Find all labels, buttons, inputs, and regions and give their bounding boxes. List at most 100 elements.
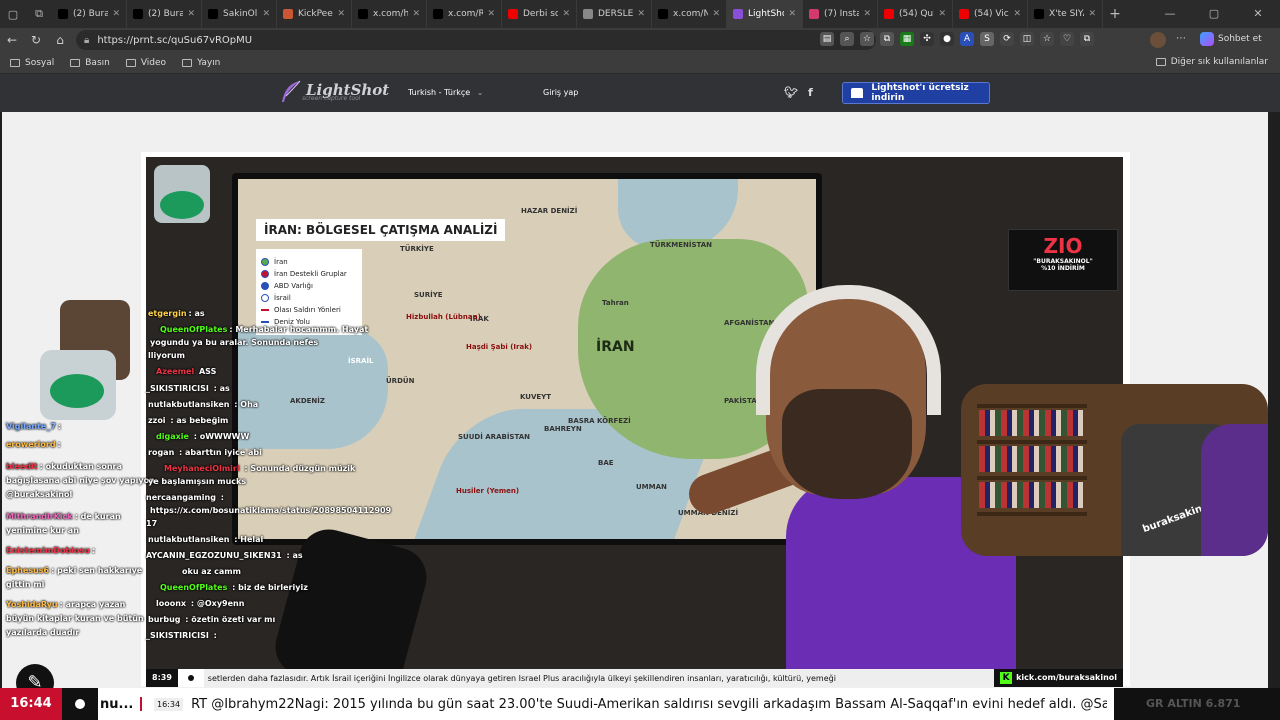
ext-green-icon[interactable]: ▦ bbox=[900, 32, 914, 46]
tab-label: DERSLER – bbox=[598, 9, 634, 19]
download-button[interactable]: Lightshot'ı ücretsiz indirin bbox=[842, 82, 990, 104]
reload-icon[interactable]: ↻ bbox=[24, 33, 48, 47]
tab[interactable]: X'te SİYAH ✕ bbox=[1028, 0, 1103, 28]
collections-icon[interactable]: ⧉ bbox=[1080, 32, 1094, 46]
tab-close-icon[interactable]: ✕ bbox=[1013, 9, 1021, 19]
ext-translate-icon[interactable]: A bbox=[960, 32, 974, 46]
tab-close-icon[interactable]: ✕ bbox=[112, 9, 120, 19]
tab-close-icon[interactable]: ✕ bbox=[487, 9, 495, 19]
tab[interactable]: x.com/Neb ✕ bbox=[652, 0, 727, 28]
chat-message: etgergin: as bbox=[148, 309, 205, 318]
ext-cross-icon[interactable]: ✣ bbox=[920, 32, 934, 46]
chat-message: zzoi : as bebeğim bbox=[148, 416, 228, 425]
facebook-icon[interactable]: f bbox=[808, 86, 813, 99]
tab-close-icon[interactable]: ✕ bbox=[938, 9, 946, 19]
chat-text: @buraksakinol bbox=[6, 490, 73, 499]
microphone bbox=[268, 522, 434, 687]
chat-text: ye başlamışsın mucks bbox=[148, 477, 247, 486]
chat-text: : de kuran bbox=[74, 512, 121, 521]
back-icon[interactable]: ← bbox=[0, 33, 24, 47]
chat-message: oku az camm bbox=[182, 567, 241, 576]
tab-actions-icon[interactable]: ⧉ bbox=[26, 0, 52, 28]
chat-username: QueenOfPlates bbox=[160, 583, 228, 592]
profile-avatar[interactable] bbox=[1150, 32, 1166, 48]
zoom-icon[interactable]: ⌕ bbox=[840, 32, 854, 46]
favorite-star-icon[interactable]: ☆ bbox=[860, 32, 874, 46]
tab[interactable]: (2) BurakSa ✕ bbox=[127, 0, 202, 28]
tab-close-icon[interactable]: ✕ bbox=[863, 9, 871, 19]
minimize-icon[interactable]: — bbox=[1148, 0, 1192, 28]
tab-close-icon[interactable]: ✕ bbox=[262, 9, 270, 19]
bookmark-folder[interactable]: Yayın bbox=[182, 58, 220, 68]
language-label: Turkish - Türkçe bbox=[408, 88, 471, 97]
tab-close-icon[interactable]: ✕ bbox=[562, 9, 570, 19]
map-label: BAE bbox=[598, 459, 614, 467]
tab[interactable]: (54) Victor ✕ bbox=[953, 0, 1028, 28]
new-tab-button[interactable]: + bbox=[1103, 6, 1127, 22]
extensions-icon[interactable]: ⧉ bbox=[880, 32, 894, 46]
tab-close-icon[interactable]: ✕ bbox=[337, 9, 345, 19]
chat-username: nutlakbutlansiken bbox=[148, 400, 230, 409]
twitter-icon[interactable]: 🐦︎ bbox=[784, 86, 798, 99]
chat-text: : Oha bbox=[231, 400, 259, 409]
legend-item: İsrail bbox=[261, 294, 357, 302]
other-bookmarks[interactable]: Diğer sık kullanılanlar bbox=[1155, 57, 1268, 67]
map-label: PAKİSTA bbox=[724, 397, 757, 405]
ext-refresh-icon[interactable]: ⟳ bbox=[1000, 32, 1014, 46]
tab-label: SakinOl Ha bbox=[223, 9, 258, 19]
tab-close-icon[interactable]: ✕ bbox=[412, 9, 420, 19]
ext-s-icon[interactable]: S bbox=[980, 32, 994, 46]
bookmark-folder[interactable]: Video bbox=[125, 58, 166, 68]
tab[interactable]: KickPeek - ✕ bbox=[277, 0, 352, 28]
copilot-button[interactable]: Sohbet et bbox=[1200, 32, 1262, 46]
more-menu-icon[interactable]: ⋯ bbox=[1176, 33, 1186, 44]
map-label: AFGANİSTAN bbox=[724, 319, 775, 327]
tab-close-icon[interactable]: ✕ bbox=[712, 9, 720, 19]
chat-message: Vigilante_7: bbox=[6, 422, 61, 431]
profile-menu-icon[interactable]: ▢ bbox=[0, 0, 26, 28]
tab[interactable]: DERSLER –✕ bbox=[577, 0, 652, 28]
tab-close-icon[interactable]: ✕ bbox=[788, 9, 796, 19]
tab-label: (7) Instagr bbox=[824, 9, 859, 19]
tab[interactable]: Derbi sonr ✕ bbox=[502, 0, 577, 28]
maximize-icon[interactable]: ▢ bbox=[1192, 0, 1236, 28]
url-field[interactable]: 🔒︎ https://prnt.sc/quSu67vROpMU bbox=[76, 30, 876, 50]
chat-text: : Sonunda düzgün müzik bbox=[241, 464, 356, 473]
tab[interactable]: (54) Quick ✕ bbox=[878, 0, 953, 28]
home-icon[interactable]: ⌂ bbox=[48, 33, 72, 47]
split-screen-icon[interactable]: ◫ bbox=[1020, 32, 1034, 46]
language-select[interactable]: Turkish - Türkçe ⌄ bbox=[408, 88, 483, 97]
legend-label: İsrail bbox=[274, 294, 291, 302]
tab[interactable]: x.com/hasl✕ bbox=[352, 0, 427, 28]
chat-message: 17 bbox=[146, 519, 157, 528]
map-label-iran: İRAN bbox=[596, 339, 635, 355]
ext-circle-icon[interactable]: ● bbox=[940, 32, 954, 46]
coin-bucket-icon bbox=[154, 165, 210, 223]
kick-icon: K bbox=[1000, 672, 1013, 684]
login-link[interactable]: Giriş yap bbox=[543, 88, 578, 97]
chat-username: zzoi bbox=[148, 416, 166, 425]
bookmark-folder[interactable]: Basın bbox=[70, 58, 110, 68]
favorites-icon[interactable]: ☆ bbox=[1040, 32, 1054, 46]
live-dot-icon bbox=[62, 688, 98, 720]
tab-bar: ▢ ⧉ (2) BurakSa✕(2) BurakSa✕SakinOl Ha✕K… bbox=[0, 0, 1280, 28]
chat-text: yazılarda duadır bbox=[6, 628, 80, 637]
tab-close-icon[interactable]: ✕ bbox=[637, 9, 645, 19]
tab[interactable]: SakinOl Ha ✕ bbox=[202, 0, 277, 28]
chat-message: nercaangaming : bbox=[146, 493, 224, 502]
tab[interactable]: x.com/Rpsl ✕ bbox=[427, 0, 502, 28]
close-window-icon[interactable]: ✕ bbox=[1236, 0, 1280, 28]
tab[interactable]: (7) Instagr ✕ bbox=[803, 0, 878, 28]
tab-label: x.com/Neb bbox=[673, 9, 708, 19]
bookmark-folder[interactable]: Sosyal bbox=[10, 58, 54, 68]
chat-username: Ephesus6 bbox=[6, 566, 50, 575]
tab[interactable]: LightShot ✕ bbox=[727, 0, 803, 28]
chat-message: @buraksakinol bbox=[6, 490, 72, 499]
tab[interactable]: (2) BurakSa ✕ bbox=[52, 0, 127, 28]
other-bookmarks-label: Diğer sık kullanılanlar bbox=[1170, 57, 1268, 67]
heart-icon[interactable]: ♡ bbox=[1060, 32, 1074, 46]
lightshot-logo[interactable]: LightShot screen capture tool bbox=[280, 80, 389, 104]
reader-icon[interactable]: ▤ bbox=[820, 32, 834, 46]
tab-close-icon[interactable]: ✕ bbox=[187, 9, 195, 19]
tab-close-icon[interactable]: ✕ bbox=[1088, 9, 1096, 19]
